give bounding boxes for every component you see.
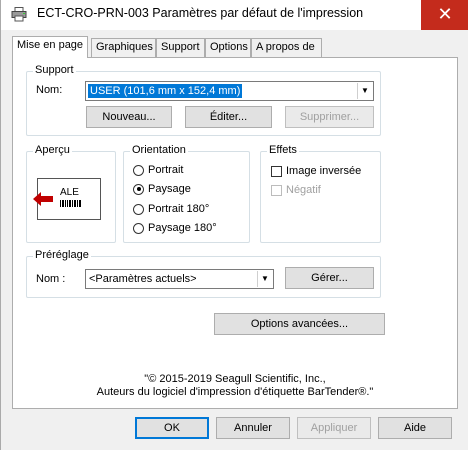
cancel-button[interactable]: Annuler — [216, 417, 290, 439]
barcode-icon — [60, 200, 81, 207]
ok-button[interactable]: OK — [135, 417, 209, 439]
radio-dot-selected[interactable] — [133, 183, 144, 195]
orientation-paysage-180-label: Paysage 180° — [148, 222, 217, 234]
chevron-down-icon[interactable]: ▼ — [357, 83, 372, 99]
copyright-line-2: Auteurs du logiciel d'impression d'étiqu… — [96, 386, 374, 398]
tab-graphiques[interactable]: Graphiques — [91, 38, 156, 57]
negative-checkbox[interactable]: Négatif — [271, 184, 321, 196]
advanced-options-button[interactable]: Options avancées... — [214, 313, 385, 335]
copyright-line-1: "© 2015-2019 Seagull Scientific, Inc., — [144, 373, 326, 385]
title-bar: ECT-CRO-PRN-003 Paramètres par défaut de… — [1, 0, 468, 30]
support-name-select[interactable]: USER (101,6 mm x 152,4 mm) ▼ — [85, 81, 374, 101]
print-defaults-dialog: ECT-CRO-PRN-003 Paramètres par défaut de… — [0, 0, 468, 450]
checkbox-box[interactable] — [271, 184, 282, 196]
preset-selected-value: <Paramètres actuels> — [89, 273, 197, 285]
tab-options[interactable]: Options — [205, 38, 251, 57]
preset-name-select[interactable]: <Paramètres actuels> ▼ — [85, 269, 274, 289]
support-name-label: Nom: — [36, 84, 63, 96]
orientation-paysage-180-radio[interactable]: Paysage 180° — [133, 222, 217, 234]
copyright-notice: "© 2015-2019 Seagull Scientific, Inc., A… — [12, 373, 458, 399]
inverted-image-checkbox[interactable]: Image inversée — [271, 165, 361, 177]
radio-dot[interactable] — [133, 164, 144, 176]
support-group-label: Support — [33, 64, 76, 76]
orientation-portrait-label: Portrait — [148, 164, 184, 176]
orientation-portrait-radio[interactable]: Portrait — [133, 164, 183, 176]
preview-group-label: Aperçu — [33, 144, 72, 156]
preview-sample-text: ALE — [60, 187, 79, 198]
orientation-portrait-180-radio[interactable]: Portrait 180° — [133, 203, 209, 215]
chevron-down-icon[interactable]: ▼ — [257, 271, 272, 287]
tab-support[interactable]: Support — [156, 38, 205, 57]
tab-mise-en-page[interactable]: Mise en page — [12, 36, 88, 58]
support-selected-value: USER (101,6 mm x 152,4 mm) — [88, 84, 243, 98]
orientation-portrait-180-label: Portrait 180° — [148, 203, 210, 215]
feed-direction-arrow-icon — [33, 192, 53, 206]
help-button[interactable]: Aide — [378, 417, 452, 439]
inverted-image-label: Image inversée — [286, 165, 362, 177]
orientation-paysage-radio[interactable]: Paysage — [133, 183, 191, 195]
window-title: ECT-CRO-PRN-003 Paramètres par défaut de… — [37, 6, 364, 20]
edit-button[interactable]: Éditer... — [185, 106, 272, 128]
preset-name-label: Nom : — [36, 273, 66, 285]
radio-dot[interactable] — [133, 222, 144, 234]
close-button[interactable]: ✕ — [421, 0, 468, 30]
delete-button[interactable]: Supprimer... — [285, 106, 374, 128]
new-button[interactable]: Nouveau... — [86, 106, 172, 128]
tab-a-propos[interactable]: A propos de — [251, 38, 322, 57]
apply-button[interactable]: Appliquer — [297, 417, 371, 439]
printer-icon — [11, 7, 27, 22]
effects-group-label: Effets — [267, 144, 299, 156]
manage-presets-button[interactable]: Gérer... — [285, 267, 374, 289]
checkbox-box[interactable] — [271, 165, 282, 177]
orientation-paysage-label: Paysage — [148, 183, 191, 195]
negative-label: Négatif — [286, 184, 321, 196]
preset-group-label: Préréglage — [33, 249, 91, 261]
radio-dot[interactable] — [133, 203, 144, 215]
orientation-group-label: Orientation — [130, 144, 188, 156]
